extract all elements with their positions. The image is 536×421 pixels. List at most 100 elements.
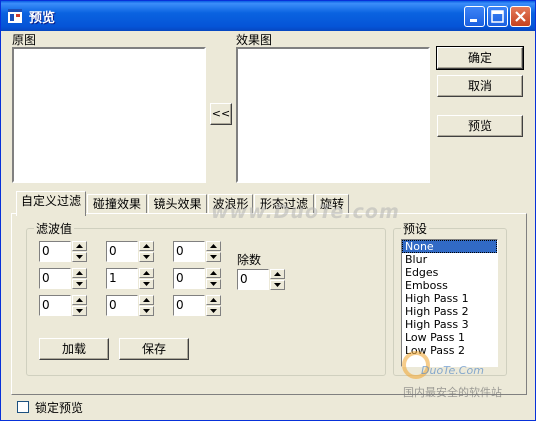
presets-label: 预设 <box>401 220 430 237</box>
arrow-down-icon <box>76 255 83 259</box>
spin-down-button[interactable] <box>72 306 87 316</box>
matrix-spin-r1c1[interactable]: 0 <box>39 241 89 262</box>
spin-up-button[interactable] <box>72 241 87 251</box>
matrix-field[interactable]: 0 <box>173 295 205 316</box>
arrow-up-icon <box>76 298 83 302</box>
preset-item[interactable]: None <box>402 240 497 253</box>
arrow-down-icon <box>210 282 217 286</box>
spin-down-button[interactable] <box>139 306 154 316</box>
minimize-button[interactable] <box>464 6 485 27</box>
maximize-button[interactable] <box>487 6 508 27</box>
divisor-spin[interactable]: 0 <box>237 269 287 290</box>
matrix-field[interactable]: 0 <box>173 268 205 289</box>
preset-item[interactable]: High Pass 1 <box>402 292 497 305</box>
preset-item[interactable]: Edges <box>402 266 497 279</box>
watermark-logo: DuoTe.Com 国内最安全的软件站 <box>401 346 531 406</box>
preset-item[interactable]: Blur <box>402 253 497 266</box>
close-button[interactable] <box>510 6 531 27</box>
preview-dialog: 预览 原图 << 效果图 确定 取消 预览 自定义过滤 碰撞效果 镜头效果 波浪… <box>0 0 536 421</box>
spin-down-button[interactable] <box>206 279 221 289</box>
save-button[interactable]: 保存 <box>119 338 189 360</box>
lock-preview-checkbox[interactable] <box>17 401 29 413</box>
result-label: 效果图 <box>236 33 273 47</box>
matrix-spin-r1c2[interactable]: 0 <box>106 241 156 262</box>
watermark-site: DuoTe.Com <box>421 364 484 377</box>
spin-down-button[interactable] <box>72 279 87 289</box>
matrix-spin-r2c3[interactable]: 0 <box>173 268 223 289</box>
spin-up-button[interactable] <box>72 268 87 278</box>
spin-up-button[interactable] <box>206 241 221 251</box>
copy-back-button[interactable]: << <box>210 103 232 125</box>
arrow-down-icon <box>274 283 281 287</box>
matrix-spin-r3c3[interactable]: 0 <box>173 295 223 316</box>
matrix-spin-r2c1[interactable]: 0 <box>39 268 89 289</box>
spin-up-button[interactable] <box>270 269 285 279</box>
preview-button[interactable]: 预览 <box>437 115 523 137</box>
spin-down-button[interactable] <box>139 279 154 289</box>
maximize-icon <box>491 10 504 23</box>
preset-item[interactable]: High Pass 3 <box>402 318 497 331</box>
spin-down-button[interactable] <box>139 252 154 262</box>
arrow-down-icon <box>210 255 217 259</box>
arrow-up-icon <box>76 271 83 275</box>
result-image-pane <box>236 47 430 183</box>
spin-up-button[interactable] <box>139 295 154 305</box>
arrow-down-icon <box>143 255 150 259</box>
tab-bump-effect[interactable]: 碰撞效果 <box>87 194 147 214</box>
ok-button[interactable]: 确定 <box>436 46 524 70</box>
arrow-up-icon <box>143 298 150 302</box>
matrix-field[interactable]: 0 <box>39 241 71 262</box>
matrix-spin-r2c2[interactable]: 1 <box>106 268 156 289</box>
arrow-down-icon <box>210 309 217 313</box>
title-bar[interactable]: 预览 <box>1 1 535 31</box>
load-button[interactable]: 加载 <box>39 338 109 360</box>
spin-up-button[interactable] <box>206 268 221 278</box>
spin-down-button[interactable] <box>206 252 221 262</box>
matrix-spin-r3c2[interactable]: 0 <box>106 295 156 316</box>
arrow-up-icon <box>143 271 150 275</box>
filter-values-label: 滤波值 <box>34 220 75 237</box>
arrow-down-icon <box>76 309 83 313</box>
spin-down-button[interactable] <box>206 306 221 316</box>
window-title: 预览 <box>29 11 56 26</box>
watermark-text: www.DuoTe.com <box>211 201 400 223</box>
original-label: 原图 <box>12 33 37 47</box>
close-icon <box>515 11 526 22</box>
arrow-up-icon <box>210 244 217 248</box>
matrix-field[interactable]: 0 <box>39 268 71 289</box>
preset-item[interactable]: Emboss <box>402 279 497 292</box>
spin-down-button[interactable] <box>72 252 87 262</box>
divisor-field[interactable]: 0 <box>237 269 269 290</box>
spin-up-button[interactable] <box>72 295 87 305</box>
arrow-down-icon <box>143 309 150 313</box>
arrow-up-icon <box>210 271 217 275</box>
app-icon <box>8 9 22 23</box>
minimize-icon <box>470 19 477 22</box>
matrix-field[interactable]: 1 <box>106 268 138 289</box>
matrix-field[interactable]: 0 <box>106 241 138 262</box>
spin-up-button[interactable] <box>139 241 154 251</box>
arrow-up-icon <box>274 272 281 276</box>
arrow-up-icon <box>76 244 83 248</box>
preset-item[interactable]: Low Pass 1 <box>402 331 497 344</box>
spin-down-button[interactable] <box>270 280 285 290</box>
spin-up-button[interactable] <box>206 295 221 305</box>
tab-custom-filter[interactable]: 自定义过滤 <box>16 191 86 216</box>
arrow-down-icon <box>143 282 150 286</box>
arrow-up-icon <box>143 244 150 248</box>
matrix-field[interactable]: 0 <box>173 241 205 262</box>
preset-item[interactable]: High Pass 2 <box>402 305 497 318</box>
matrix-field[interactable]: 0 <box>106 295 138 316</box>
arrow-down-icon <box>76 282 83 286</box>
arrow-up-icon <box>210 298 217 302</box>
matrix-spin-r3c1[interactable]: 0 <box>39 295 89 316</box>
cancel-button[interactable]: 取消 <box>437 75 523 97</box>
divisor-label: 除数 <box>237 253 262 267</box>
matrix-spin-r1c3[interactable]: 0 <box>173 241 223 262</box>
spin-up-button[interactable] <box>139 268 154 278</box>
lock-preview-label[interactable]: 锁定预览 <box>35 399 83 416</box>
matrix-field[interactable]: 0 <box>39 295 71 316</box>
original-image-pane <box>12 47 206 183</box>
watermark-caption: 国内最安全的软件站 <box>403 386 502 399</box>
tab-lens-effect[interactable]: 镜头效果 <box>148 194 207 214</box>
